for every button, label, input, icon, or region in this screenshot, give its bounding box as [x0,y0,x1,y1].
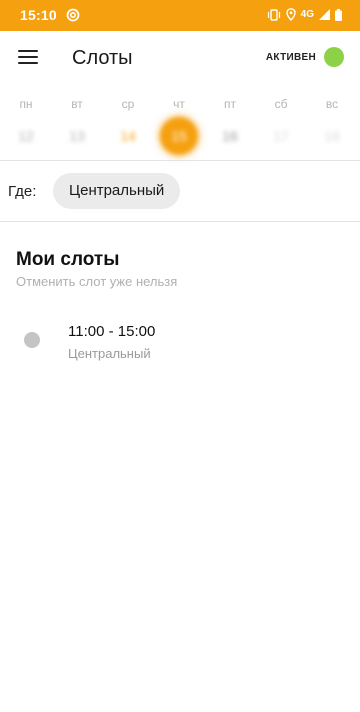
slot-status-dot [24,332,40,348]
menu-icon[interactable] [18,50,38,66]
location-chip[interactable]: Центральный [53,173,181,209]
vibrate-icon [267,8,280,21]
divider [0,221,360,222]
notification-at-icon [66,8,80,22]
network-type: 4G [300,9,314,20]
day-label: пн [19,97,33,111]
where-label: Где: [8,183,37,200]
day-number: 17 [273,128,289,144]
app-bar: Слоты АКТИВЕН [0,31,360,89]
status-label: АКТИВЕН [265,52,316,63]
location-icon [285,8,296,21]
slot-item[interactable]: 11:00 - 15:00 Центральный [0,316,360,372]
day-number: 12 [18,128,34,144]
status-bar: 15:10 4G [0,0,360,31]
day-tue[interactable]: вт 13 [55,95,99,153]
week-selector: пн 12 вт 13 ср 14 чт 15 пт 16 сб 17 вс 1… [0,95,360,159]
day-label: вт [71,97,83,111]
divider [0,160,360,161]
day-wed[interactable]: ср 14 [106,95,150,153]
day-thu-selected[interactable]: чт 15 [157,95,201,155]
page-title: Слоты [72,47,133,69]
day-number: 16 [222,128,238,144]
day-sun[interactable]: вс 18 [310,95,354,153]
day-number: 18 [324,128,340,144]
slot-time: 11:00 - 15:00 [68,323,156,340]
day-fri[interactable]: пт 16 [208,95,252,153]
day-number: 13 [69,128,85,144]
slot-location: Центральный [68,346,151,361]
day-number: 15 [160,117,198,155]
status-icons: 4G [267,8,342,21]
day-label: вс [325,97,339,111]
section-subtitle: Отменить слот уже нельзя [16,274,178,289]
day-label: пт [224,97,236,111]
day-label: чт [173,97,185,111]
section-title: Мои слоты [16,249,120,270]
status-time: 15:10 [20,7,57,23]
battery-icon [335,8,342,21]
day-mon[interactable]: пн 12 [4,95,48,153]
day-number: 14 [120,128,136,144]
status-indicator[interactable] [324,47,344,67]
day-sat[interactable]: сб 17 [259,95,303,153]
day-label: ср [121,97,135,111]
day-label: сб [274,97,288,111]
signal-icon [319,9,330,20]
